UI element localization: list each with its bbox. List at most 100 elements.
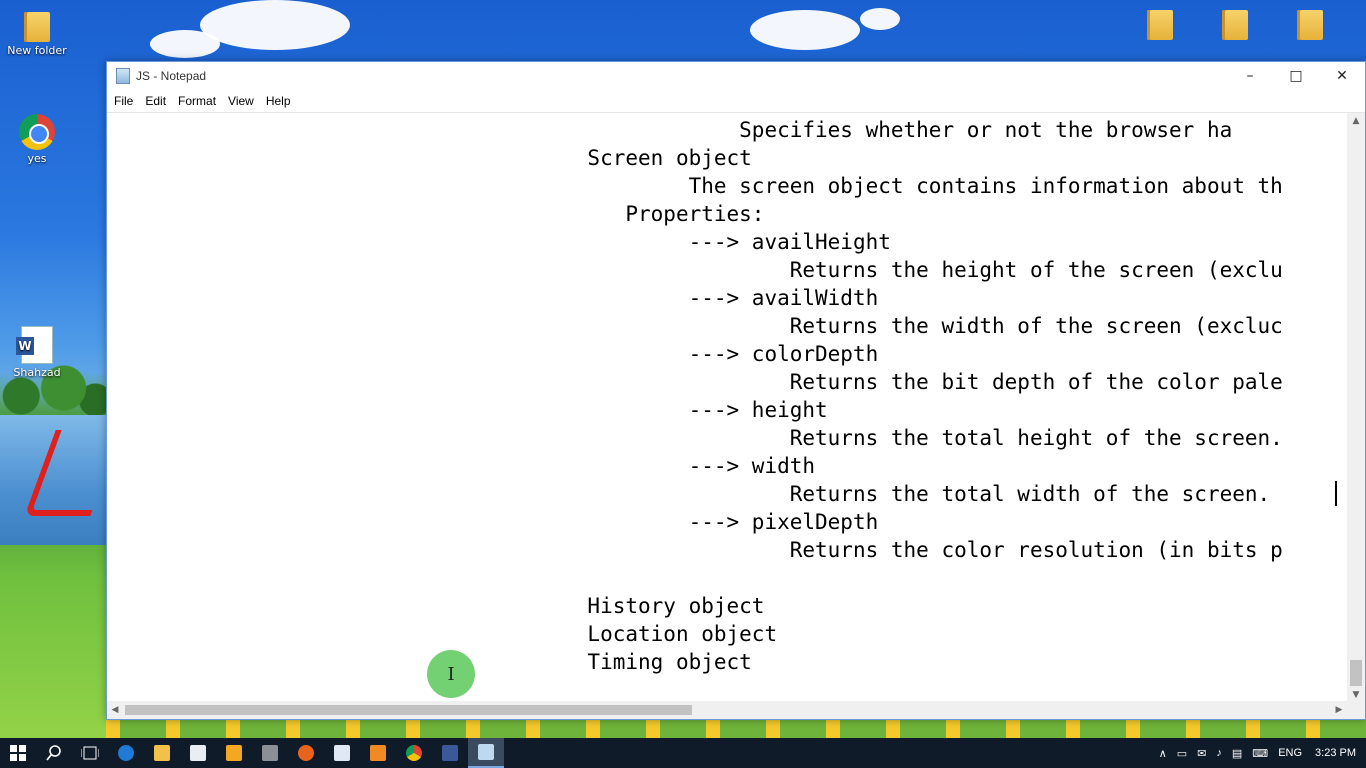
edge-icon <box>118 745 134 761</box>
editor-line: Returns the bit depth of the color pale <box>107 370 1283 394</box>
search-button[interactable] <box>36 738 72 768</box>
editor-line: Returns the color resolution (in bits p <box>107 538 1283 562</box>
folder-icon <box>1297 10 1323 40</box>
keyboard-icon[interactable]: ⌨ <box>1247 747 1273 760</box>
cloud <box>750 10 860 50</box>
editor-line: ---> height <box>107 398 828 422</box>
editor-line: Returns the total width of the screen. <box>107 482 1271 506</box>
text-caret <box>1335 481 1337 506</box>
taskbar-video-editor[interactable] <box>252 738 288 768</box>
scroll-up-icon[interactable]: ▲ <box>1347 113 1365 129</box>
menu-bar: File Edit Format View Help <box>107 90 1365 113</box>
taskbar-store[interactable] <box>180 738 216 768</box>
system-tray: ∧ ▭ ✉ ♪ ▤ ⌨ ENG 3:23 PM <box>1154 738 1366 768</box>
window-title: JS - Notepad <box>136 69 207 83</box>
taskbar-facebook[interactable] <box>432 738 468 768</box>
horizontal-scroll-thumb[interactable] <box>125 705 692 715</box>
editor-line: Properties: <box>107 202 765 226</box>
network-icon[interactable]: ✉ <box>1192 747 1211 760</box>
editor-line: ---> availHeight <box>107 230 891 254</box>
facebook-icon <box>442 745 458 761</box>
language-indicator[interactable]: ENG <box>1273 747 1307 759</box>
notepad-icon <box>478 744 494 760</box>
horizontal-scrollbar[interactable]: ◀ ▶ <box>107 701 1347 719</box>
maximize-button[interactable]: □ <box>1273 62 1319 90</box>
editor-line: Specifies whether or not the browser ha <box>107 118 1233 142</box>
cloud <box>860 8 900 30</box>
taskbar-file-explorer[interactable] <box>144 738 180 768</box>
taskbar-paint[interactable] <box>360 738 396 768</box>
cloud <box>150 30 220 58</box>
desktop-icon-shahzad[interactable]: Shahzad <box>2 326 72 379</box>
menu-edit[interactable]: Edit <box>139 94 172 108</box>
taskbar: ∧ ▭ ✉ ♪ ▤ ⌨ ENG 3:23 PM <box>0 738 1366 768</box>
desktop-icon-label: New folder <box>7 44 67 57</box>
taskbar-edge[interactable] <box>108 738 144 768</box>
minimize-button[interactable]: – <box>1227 62 1273 90</box>
scroll-right-icon[interactable]: ▶ <box>1331 701 1347 719</box>
vertical-scrollbar[interactable]: ▲ ▼ <box>1347 113 1365 703</box>
editor-line: ---> availWidth <box>107 286 879 310</box>
vertical-scroll-thumb[interactable] <box>1350 660 1362 686</box>
editor-line: ---> pixelDepth <box>107 510 879 534</box>
desktop-icon-folder[interactable] <box>1220 10 1250 42</box>
editor-line: Returns the height of the screen (exclu <box>107 258 1283 282</box>
outlook-icon <box>334 745 350 761</box>
flower-field <box>106 720 1366 740</box>
text-editor-area[interactable]: Specifies whether or not the browser ha … <box>107 113 1347 703</box>
chrome-icon <box>19 114 55 150</box>
taskbar-chrome[interactable] <box>396 738 432 768</box>
notifications-icon[interactable]: ▤ <box>1227 747 1247 760</box>
editor-line: The screen object contains information a… <box>107 174 1283 198</box>
word-document-icon <box>16 326 53 364</box>
search-icon <box>46 745 61 761</box>
desktop-icon-label: Shahzad <box>13 366 61 379</box>
taskbar-firefox[interactable] <box>288 738 324 768</box>
desktop-icon-label: yes <box>27 152 47 165</box>
firefox-icon <box>298 745 314 761</box>
paint-icon <box>370 745 386 761</box>
volume-icon[interactable]: ♪ <box>1211 747 1227 759</box>
menu-help[interactable]: Help <box>260 94 297 108</box>
clock[interactable]: 3:23 PM <box>1307 747 1366 759</box>
menu-view[interactable]: View <box>222 94 260 108</box>
text-cursor-icon: I <box>447 663 455 685</box>
menu-file[interactable]: File <box>108 94 139 108</box>
editor-line: Returns the total height of the screen. <box>107 426 1283 450</box>
cloud <box>200 0 350 50</box>
close-button[interactable]: ✕ <box>1319 62 1365 90</box>
folder-icon <box>1147 10 1173 40</box>
desktop-icon-folder[interactable] <box>1145 10 1175 42</box>
desktop-icon-new-folder[interactable]: New folder <box>2 12 72 57</box>
start-button[interactable] <box>0 738 36 768</box>
editor-line: Returns the width of the screen (excluc <box>107 314 1283 338</box>
windows-logo-icon <box>10 745 26 761</box>
desktop-icon-folder[interactable] <box>1295 10 1325 42</box>
media-player-icon <box>226 745 242 761</box>
scroll-left-icon[interactable]: ◀ <box>107 701 123 719</box>
editor-line: History object <box>107 594 765 618</box>
store-icon <box>190 745 206 761</box>
tray-overflow-icon[interactable]: ∧ <box>1154 747 1172 760</box>
desktop-icon-yes[interactable]: yes <box>2 114 72 165</box>
video-editor-icon <box>262 745 278 761</box>
notepad-icon <box>116 68 130 84</box>
taskbar-media-player[interactable] <box>216 738 252 768</box>
title-bar[interactable]: JS - Notepad – □ ✕ <box>107 62 1365 90</box>
taskbar-notepad[interactable] <box>468 738 504 768</box>
folder-icon <box>1222 10 1248 40</box>
task-view-button[interactable] <box>72 738 108 768</box>
mouse-cursor-highlight: I <box>427 650 475 698</box>
editor-line: ---> colorDepth <box>107 342 879 366</box>
taskbar-outlook[interactable] <box>324 738 360 768</box>
editor-line: Location object <box>107 622 778 646</box>
notepad-window[interactable]: JS - Notepad – □ ✕ File Edit Format View… <box>106 61 1366 720</box>
chrome-icon <box>406 745 422 761</box>
scrollbar-corner <box>1347 701 1365 719</box>
menu-format[interactable]: Format <box>172 94 222 108</box>
file-explorer-icon <box>154 745 170 761</box>
folder-icon <box>24 12 50 42</box>
battery-icon[interactable]: ▭ <box>1172 747 1192 760</box>
task-view-icon <box>81 746 99 760</box>
editor-line: ---> width <box>107 454 816 478</box>
